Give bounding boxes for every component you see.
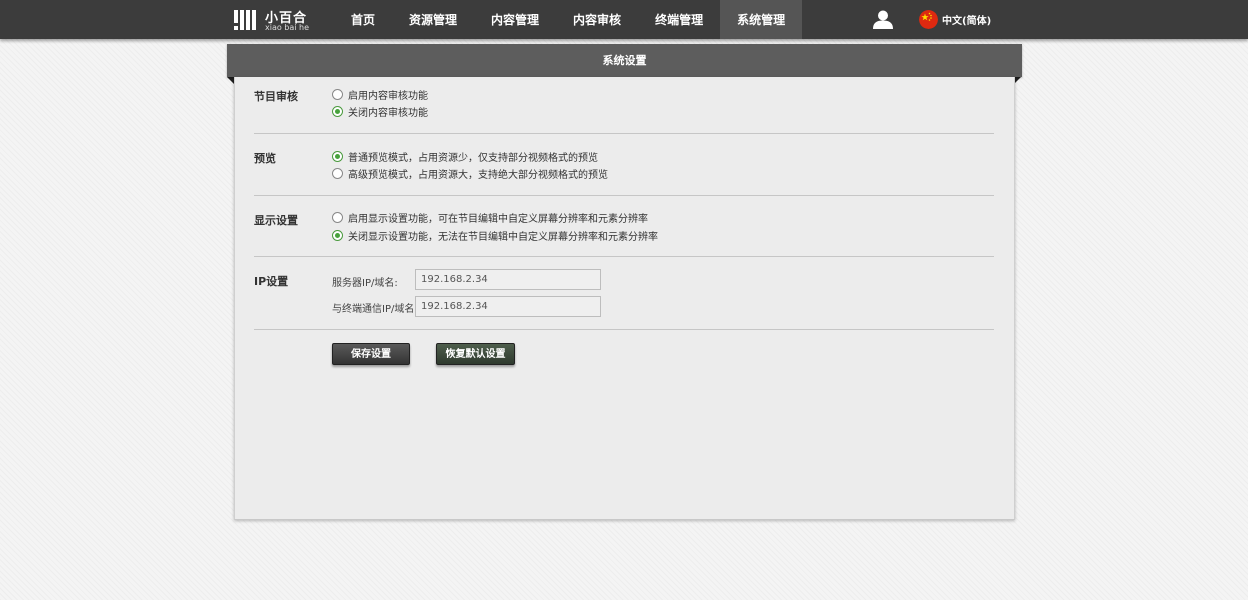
terminal-ip-input[interactable] bbox=[415, 296, 601, 317]
section-label-preview: 预览 bbox=[254, 152, 276, 165]
server-ip-label: 服务器IP/域名: bbox=[332, 278, 398, 289]
nav-content-review[interactable]: 内容审核 bbox=[556, 0, 638, 39]
section-label-program-review: 节目审核 bbox=[254, 90, 298, 103]
section-divider bbox=[254, 256, 994, 257]
radio-label: 启用显示设置功能，可在节目编辑中自定义屏幕分辨率和元素分辨率 bbox=[348, 213, 648, 225]
section-label-ip: IP设置 bbox=[254, 275, 289, 288]
save-settings-button[interactable]: 保存设置 bbox=[332, 343, 410, 365]
radio-label: 普通预览模式，占用资源少，仅支持部分视频格式的预览 bbox=[348, 152, 598, 164]
settings-panel bbox=[234, 77, 1015, 520]
main-nav: 首页 资源管理 内容管理 内容审核 终端管理 系统管理 bbox=[334, 0, 803, 39]
radio-disable-display[interactable]: 关闭显示设置功能，无法在节目编辑中自定义屏幕分辨率和元素分辨率 bbox=[332, 228, 658, 243]
china-flag-icon[interactable] bbox=[919, 10, 938, 29]
radio-button-checked-icon[interactable] bbox=[332, 150, 343, 162]
nav-system-management[interactable]: 系统管理 bbox=[720, 0, 803, 39]
logo-mark-icon bbox=[234, 10, 256, 30]
panel-fold-left bbox=[227, 77, 234, 84]
section-divider bbox=[254, 133, 994, 134]
section-divider bbox=[254, 195, 994, 196]
radio-button-checked-icon[interactable] bbox=[332, 105, 343, 117]
language-selector[interactable]: 中文(简体) bbox=[942, 12, 991, 27]
nav-content-management[interactable]: 内容管理 bbox=[474, 0, 556, 39]
radio-label: 关闭内容审核功能 bbox=[348, 107, 428, 119]
section-label-display: 显示设置 bbox=[254, 214, 298, 227]
radio-button-icon[interactable] bbox=[332, 88, 343, 100]
radio-normal-preview[interactable]: 普通预览模式，占用资源少，仅支持部分视频格式的预览 bbox=[332, 149, 598, 164]
nav-resource-management[interactable]: 资源管理 bbox=[392, 0, 474, 39]
radio-enable-review[interactable]: 启用内容审核功能 bbox=[332, 87, 428, 102]
nav-home[interactable]: 首页 bbox=[334, 0, 392, 39]
radio-disable-review[interactable]: 关闭内容审核功能 bbox=[332, 104, 428, 119]
radio-advanced-preview[interactable]: 高级预览模式，占用资源大，支持绝大部分视频格式的预览 bbox=[332, 166, 608, 181]
nav-terminal-management[interactable]: 终端管理 bbox=[638, 0, 720, 39]
panel-fold-right bbox=[1014, 77, 1021, 84]
radio-button-icon[interactable] bbox=[332, 211, 343, 223]
radio-enable-display[interactable]: 启用显示设置功能，可在节目编辑中自定义屏幕分辨率和元素分辨率 bbox=[332, 210, 648, 225]
terminal-ip-label: 与终端通信IP/域名: bbox=[332, 304, 418, 315]
restore-defaults-button[interactable]: 恢复默认设置 bbox=[436, 343, 515, 365]
panel-title: 系统设置 bbox=[227, 44, 1022, 77]
radio-button-checked-icon[interactable] bbox=[332, 229, 343, 241]
top-nav-bar: 小百合 xiao bai he 首页 资源管理 内容管理 内容审核 终端管理 系… bbox=[0, 0, 1248, 39]
radio-label: 启用内容审核功能 bbox=[348, 90, 428, 102]
user-icon[interactable] bbox=[873, 10, 893, 29]
logo-subtitle: xiao bai he bbox=[265, 23, 310, 32]
logo[interactable]: 小百合 xiao bai he bbox=[233, 8, 313, 32]
radio-button-icon[interactable] bbox=[332, 167, 343, 179]
radio-label: 高级预览模式，占用资源大，支持绝大部分视频格式的预览 bbox=[348, 169, 608, 181]
server-ip-input[interactable] bbox=[415, 269, 601, 290]
radio-label: 关闭显示设置功能，无法在节目编辑中自定义屏幕分辨率和元素分辨率 bbox=[348, 231, 658, 243]
section-divider bbox=[254, 329, 994, 330]
